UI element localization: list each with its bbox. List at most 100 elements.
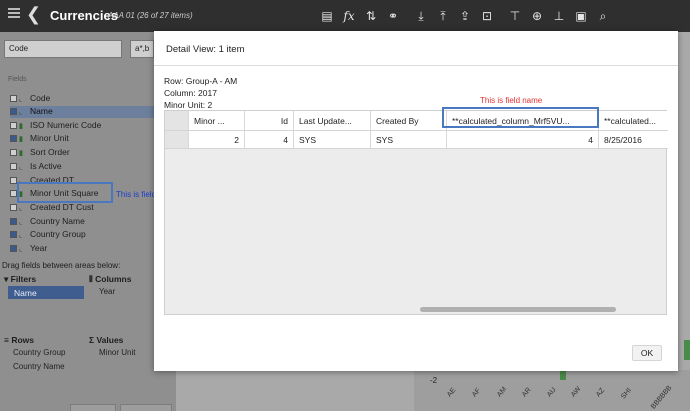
sort-icon[interactable]: ⇅: [360, 7, 382, 25]
filter-input[interactable]: a*,b: [130, 40, 154, 58]
field-item[interactable]: ▮ Sort Order: [10, 147, 70, 159]
horizontal-scrollbar[interactable]: [420, 307, 616, 312]
column-header[interactable]: Last Update...: [294, 111, 371, 130]
field-label: Minor Unit: [30, 133, 69, 143]
export-icon[interactable]: ⇪: [454, 7, 476, 25]
back-icon[interactable]: ❮: [26, 6, 41, 24]
dimension-icon: ⌞: [19, 205, 23, 212]
values-area-label: Σ Values: [89, 335, 123, 345]
field-item[interactable]: ▮ ISO Numeric Code: [10, 120, 101, 132]
field-header-highlight: [17, 182, 113, 203]
field-item[interactable]: ⌞ Code: [10, 93, 50, 105]
minor-unit-info: Minor Unit: 2: [164, 100, 213, 110]
filters-label: Filters: [10, 274, 37, 284]
row-chip[interactable]: Country Group: [13, 348, 65, 357]
frame-icon[interactable]: ⊡: [476, 7, 498, 25]
checkbox[interactable]: [10, 135, 17, 142]
checkbox[interactable]: [10, 190, 17, 197]
checkbox[interactable]: [10, 95, 17, 102]
dimension-icon: ⌞: [19, 164, 23, 171]
align-middle-icon[interactable]: ⊕: [526, 7, 548, 25]
dimension-icon: ⌞: [19, 109, 23, 116]
align-top-icon[interactable]: ⊤: [504, 7, 526, 25]
panel-button[interactable]: [70, 404, 116, 411]
table-cell: SYS: [371, 131, 447, 148]
field-label: Year: [30, 243, 48, 253]
field-label: Is Active: [30, 161, 62, 171]
checkbox[interactable]: [10, 122, 17, 129]
column-header[interactable]: Created By: [371, 111, 447, 130]
checkbox[interactable]: [10, 204, 17, 211]
filter-icon: ▾: [4, 274, 11, 284]
checkbox[interactable]: [10, 218, 17, 225]
table-cell: 4: [245, 131, 294, 148]
detail-view-dialog: Detail View: 1 item Row: Group-A - AM Co…: [154, 31, 678, 371]
table-cell: 2: [189, 131, 245, 148]
rows-area-label: ≡ Rows: [4, 335, 34, 345]
checkbox[interactable]: [10, 245, 17, 252]
field-item[interactable]: ⌞ Created DT Cust: [10, 202, 94, 214]
table-cell: 4: [447, 131, 599, 148]
filters-area-label: ▾ Filters: [4, 274, 36, 285]
dimension-icon: ⌞: [19, 232, 23, 239]
field-select[interactable]: Code: [4, 40, 122, 58]
column-header[interactable]: **calculated...: [599, 111, 668, 130]
menu-icon[interactable]: [8, 8, 20, 22]
field-item[interactable]: ⌞ Year: [10, 243, 47, 255]
column-header[interactable]: Minor ...: [189, 111, 245, 130]
upload-icon[interactable]: ⤒: [432, 7, 454, 25]
top-toolbar: ❮ Currencies AAA 01 (26 of 27 items) ▤ f…: [0, 0, 690, 32]
table-cell: 8/25/2016: [604, 135, 642, 145]
dimension-icon: ⌞: [19, 96, 23, 103]
columns-label: Columns: [95, 274, 132, 284]
field-item[interactable]: ⌞ Name: [10, 106, 154, 118]
dialog-title: Detail View: 1 item: [166, 44, 245, 55]
fields-panel: Code a*,b Fields ⌞ Code ⌞ Name ▮ ISO Numeri…: [0, 32, 176, 411]
field-item[interactable]: ⌞ Country Group: [10, 229, 86, 241]
field-label: Name: [30, 106, 53, 116]
chart-bar: [560, 371, 566, 380]
field-label: Sort Order: [30, 147, 70, 157]
column-info: Column: 2017: [164, 88, 217, 98]
image-icon[interactable]: ▣: [570, 7, 592, 25]
table-row[interactable]: 2 4 SYS SYS 4 8/25/2016: [165, 131, 668, 149]
checkbox[interactable]: [10, 231, 17, 238]
measure-icon: ▮: [19, 136, 23, 143]
link-icon[interactable]: ⚭: [382, 7, 404, 25]
download-icon[interactable]: ⤓: [410, 7, 432, 25]
field-item[interactable]: ▮ Minor Unit: [10, 133, 69, 145]
dimension-icon: ⌞: [19, 246, 23, 253]
chart-icon[interactable]: ▤: [316, 7, 338, 25]
checkbox[interactable]: [10, 177, 17, 184]
rows-label: Rows: [11, 335, 34, 345]
y-tick-label: -2: [430, 376, 438, 385]
column-chip[interactable]: Year: [99, 287, 115, 296]
row-indicator: [165, 131, 189, 148]
row-indicator-header: [165, 111, 189, 130]
field-label: Code: [30, 93, 51, 103]
ok-button[interactable]: OK: [632, 345, 662, 361]
checkbox[interactable]: [10, 163, 17, 170]
field-item[interactable]: ⌞ Country Name: [10, 216, 85, 228]
values-label: Values: [96, 335, 124, 345]
table-cell: SYS: [294, 131, 371, 148]
column-header[interactable]: Id: [245, 111, 294, 130]
dimension-icon: ⌞: [19, 219, 23, 226]
field-label: Country Name: [30, 216, 85, 226]
checkbox[interactable]: [10, 149, 17, 156]
panel-button[interactable]: [120, 404, 172, 411]
function-icon[interactable]: fx: [338, 7, 360, 25]
align-bottom-icon[interactable]: ⊥: [548, 7, 570, 25]
chart-bar: [684, 340, 690, 360]
field-item[interactable]: ⌞ Is Active: [10, 161, 62, 173]
field-label: Country Group: [30, 229, 86, 239]
row-chip[interactable]: Country Name: [13, 362, 65, 371]
detail-grid: Minor ... Id Last Update... Created By *…: [164, 110, 668, 315]
filter-chip[interactable]: Name: [8, 286, 84, 299]
field-name-annotation: This is field name: [480, 96, 543, 105]
measure-icon: ▮: [19, 150, 23, 157]
value-chip[interactable]: Minor Unit: [99, 348, 135, 357]
checkbox[interactable]: [10, 108, 17, 115]
search-icon[interactable]: ⌕: [592, 7, 614, 25]
toolbar-icons: ▤ fx ⇅ ⚭ ⤓ ⤒ ⇪ ⊡ ⊤ ⊕ ⊥ ▣ ⌕: [316, 7, 614, 25]
